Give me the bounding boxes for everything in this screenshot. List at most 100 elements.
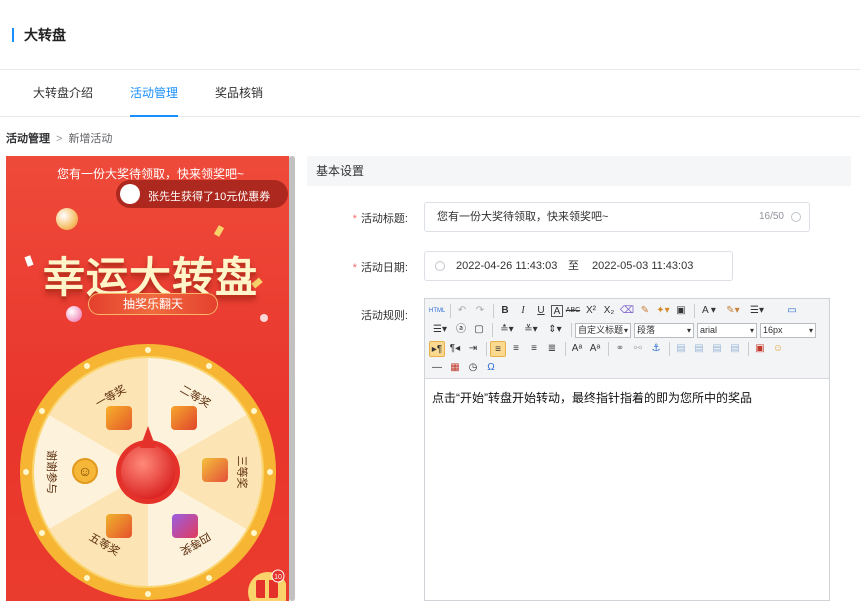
breadcrumb: 活动管理 > 新增活动 xyxy=(0,117,860,161)
prize-label-3: 三等奖 xyxy=(235,455,248,489)
font-size-select[interactable]: 16px xyxy=(760,322,816,338)
tab-activity-manage[interactable]: 活动管理 xyxy=(130,70,179,117)
select-all-icon[interactable]: ⓐ xyxy=(453,322,469,338)
title-char-count: 16/50 xyxy=(758,211,784,222)
tab-prize-redeem[interactable]: 奖品核销 xyxy=(215,70,263,117)
breadcrumb-current: 新增活动 xyxy=(68,133,113,145)
gift-icon xyxy=(106,514,132,538)
page-title: 大转盘 xyxy=(24,26,66,43)
toolbar-divider xyxy=(493,304,494,318)
breadcrumb-separator: > xyxy=(56,133,63,145)
lowercase-icon[interactable]: Aᵃ xyxy=(587,341,603,357)
subtitle-ribbon: 抽奖乐翻天 xyxy=(88,293,218,315)
row-spacing-bottom-icon[interactable]: ≚▾ xyxy=(520,322,542,338)
scrollbar-thumb[interactable] xyxy=(289,156,295,601)
align-center-icon[interactable]: ≡ xyxy=(508,341,524,357)
decor-ball-icon xyxy=(66,306,82,322)
toolbar-divider xyxy=(748,342,749,356)
date-label: * 活动日期: xyxy=(316,259,408,275)
font-color-icon[interactable]: A ▾ xyxy=(698,303,720,319)
toolbar-divider xyxy=(486,342,487,356)
align-left-icon[interactable]: ≡ xyxy=(490,341,506,357)
toolbar-divider xyxy=(565,342,566,356)
required-mark: * xyxy=(352,262,357,274)
toolbar-divider xyxy=(571,323,572,337)
time-icon[interactable]: ◷ xyxy=(465,360,481,376)
font-border-icon[interactable]: A xyxy=(551,305,563,317)
uppercase-icon[interactable]: Aᵃ xyxy=(569,341,585,357)
toolbar-divider xyxy=(669,342,670,356)
decor-ball-icon xyxy=(56,208,78,230)
redo-icon[interactable]: ↷ xyxy=(472,303,488,319)
toolbar-divider xyxy=(608,342,609,356)
toolbar-divider xyxy=(492,323,493,337)
clock-icon xyxy=(435,261,445,271)
date-label-text: 活动日期: xyxy=(360,262,408,274)
image-center-icon[interactable]: ▤ xyxy=(727,341,743,357)
special-char-icon[interactable]: Ω xyxy=(483,360,499,376)
row-spacing-top-icon[interactable]: ≛▾ xyxy=(496,322,518,338)
insert-image-icon[interactable]: ▣ xyxy=(752,341,768,357)
badge-count: 10 xyxy=(274,574,282,581)
image-right-icon[interactable]: ▤ xyxy=(709,341,725,357)
date-end[interactable]: 2022-05-03 11:43:03 xyxy=(592,252,693,280)
superscript-icon[interactable]: X² xyxy=(583,303,599,319)
align-justify-icon[interactable]: ≣ xyxy=(544,341,560,357)
tab-bar: 大转盘介绍 活动管理 奖品核销 xyxy=(0,70,860,117)
date-start[interactable]: 2022-04-26 11:43:03 xyxy=(456,252,557,280)
date-range-picker[interactable]: 2022-04-26 11:43:03 至 2022-05-03 11:43:0… xyxy=(424,251,733,281)
line-height-icon[interactable]: ⇕▾ xyxy=(544,322,566,338)
unlink-icon[interactable]: ⚯ xyxy=(630,341,646,357)
date-icon[interactable]: ▦ xyxy=(447,360,463,376)
activity-title-input[interactable]: 您有一份大奖待领取，快来领奖吧~ 16/50 xyxy=(424,202,810,232)
activity-title-value: 您有一份大奖待领取，快来领奖吧~ xyxy=(437,211,609,223)
rtl-direction-icon[interactable]: ¶◂ xyxy=(447,341,463,357)
paragraph-select[interactable]: 段落 xyxy=(634,322,694,338)
section-header: 基本设置 xyxy=(307,156,851,186)
image-left-icon[interactable]: ▤ xyxy=(691,341,707,357)
clear-doc-icon[interactable]: ▢ xyxy=(471,322,487,338)
auto-format-icon[interactable]: ✦▾ xyxy=(655,303,671,319)
rules-label: 活动规则: xyxy=(360,310,408,322)
preview-icon[interactable]: ▭ xyxy=(784,303,800,319)
italic-icon[interactable]: I xyxy=(515,303,531,319)
anchor-icon[interactable]: ⚓ xyxy=(648,341,664,357)
title-label: * 活动标题: xyxy=(316,210,408,226)
toolbar-divider xyxy=(694,304,695,318)
editor-content[interactable]: 点击“开始”转盘开始转动，最终指针指着的即为您所中的奖品 xyxy=(425,379,829,416)
ordered-list-icon[interactable]: ☰▾ xyxy=(746,303,768,319)
format-brush-icon[interactable]: ✎ xyxy=(637,303,653,319)
subscript-icon[interactable]: X₂ xyxy=(601,303,617,319)
confetti-icon xyxy=(213,225,225,237)
html-source-icon[interactable]: HTML xyxy=(429,303,445,319)
gift-box-icon[interactable]: 10 xyxy=(246,566,286,601)
emotion-icon[interactable]: ☺ xyxy=(770,341,786,357)
preview-scrollbar[interactable] xyxy=(289,156,295,601)
smiley-icon: ☺ xyxy=(72,458,98,484)
required-mark: * xyxy=(352,213,357,225)
eraser-icon[interactable]: ⌫ xyxy=(619,303,635,319)
highlight-color-icon[interactable]: ✎▾ xyxy=(722,303,744,319)
toolbar-divider xyxy=(450,304,451,318)
tab-intro[interactable]: 大转盘介绍 xyxy=(33,70,93,117)
unordered-list-icon[interactable]: ☰▾ xyxy=(429,322,451,338)
gift-icon xyxy=(171,406,197,430)
bold-icon[interactable]: B xyxy=(497,303,513,319)
align-right-icon[interactable]: ≡ xyxy=(526,341,542,357)
breadcrumb-parent[interactable]: 活动管理 xyxy=(6,133,50,145)
check-circle-icon xyxy=(791,212,801,222)
link-icon[interactable]: ⚭ xyxy=(612,341,628,357)
image-none-icon[interactable]: ▤ xyxy=(673,341,689,357)
gift-icon xyxy=(172,514,198,538)
horizontal-rule-icon[interactable]: — xyxy=(429,360,445,376)
underline-icon[interactable]: U xyxy=(533,303,549,319)
strikethrough-icon[interactable]: ABC xyxy=(565,303,581,319)
phone-preview: 您有一份大奖待领取，快来领奖吧~ 张先生获得了10元优惠券 幸运大转盘 抽奖乐翻… xyxy=(6,156,295,601)
prize-label-6: 谢谢参与 xyxy=(45,450,57,494)
undo-icon[interactable]: ↶ xyxy=(454,303,470,319)
paste-text-icon[interactable]: ▣ xyxy=(673,303,689,319)
font-family-select[interactable]: arial xyxy=(697,322,757,338)
indent-icon[interactable]: ⇥ xyxy=(465,341,481,357)
ltr-direction-icon[interactable]: ▸¶ xyxy=(429,341,445,357)
heading-select[interactable]: 自定义标题 xyxy=(575,322,631,338)
